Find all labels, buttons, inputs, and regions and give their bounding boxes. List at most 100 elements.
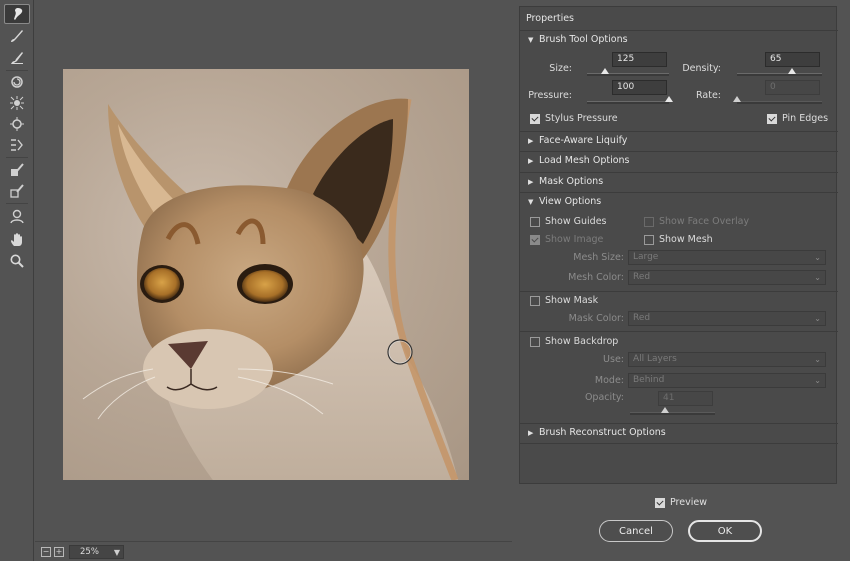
select-value: Red xyxy=(633,313,651,323)
section-load-mesh-options[interactable]: ▶ Load Mesh Options xyxy=(520,151,838,170)
hand-tool[interactable] xyxy=(4,230,30,250)
freeze-mask-tool[interactable] xyxy=(4,160,30,180)
checkbox-box[interactable] xyxy=(644,216,654,227)
checkbox-box[interactable] xyxy=(767,113,777,124)
checkbox-box[interactable] xyxy=(530,336,540,347)
triangle-right-icon: ▶ xyxy=(528,429,534,437)
zoom-icon xyxy=(10,254,24,268)
size-input[interactable]: 125 xyxy=(612,52,667,67)
section-label: Mask Options xyxy=(539,176,604,187)
smooth-icon xyxy=(11,52,23,64)
preview-checkbox[interactable]: Preview xyxy=(655,497,707,508)
properties-area: Properties ▼ Brush Tool Options Size: 12… xyxy=(512,0,850,561)
pressure-slider[interactable] xyxy=(587,96,673,104)
preview-canvas[interactable] xyxy=(35,0,512,541)
zoom-value: 25% xyxy=(80,547,99,557)
section-view-options[interactable]: ▼ View Options xyxy=(520,192,838,211)
zoom-in-button[interactable]: + xyxy=(54,547,64,557)
density-label: Density: xyxy=(682,63,721,74)
opacity-label: Opacity: xyxy=(584,392,624,403)
properties-panel: Properties ▼ Brush Tool Options Size: 12… xyxy=(519,6,838,484)
checkbox-box[interactable] xyxy=(655,497,665,508)
checkbox-label: Preview xyxy=(670,497,707,508)
checkbox-box[interactable] xyxy=(530,295,540,306)
section-mask-options[interactable]: ▶ Mask Options xyxy=(520,172,838,191)
select-value: Large xyxy=(633,252,659,262)
size-slider[interactable] xyxy=(587,68,669,76)
size-slider-thumb[interactable] xyxy=(601,68,610,74)
size-label: Size: xyxy=(549,63,572,74)
checkbox-label: Show Face Overlay xyxy=(659,216,750,227)
checkbox-label: Show Mesh xyxy=(659,234,713,245)
section-brush-tool-options[interactable]: ▼ Brush Tool Options xyxy=(520,31,838,50)
twirl-tool[interactable] xyxy=(4,72,30,92)
mesh-color-select[interactable]: Red ⌄ xyxy=(628,270,826,285)
thaw-mask-tool[interactable] xyxy=(4,181,30,201)
zoom-tool[interactable] xyxy=(4,251,30,271)
show-image-checkbox[interactable]: Show Image xyxy=(530,234,603,245)
rate-slider-thumb[interactable] xyxy=(733,96,741,102)
show-mesh-checkbox[interactable]: Show Mesh xyxy=(644,234,713,245)
bloat-icon xyxy=(10,117,24,131)
select-value: Red xyxy=(633,272,651,282)
checkbox-box[interactable] xyxy=(644,234,654,245)
show-mask-checkbox[interactable]: Show Mask xyxy=(530,295,598,306)
cat-photo xyxy=(63,69,469,480)
pin-edges-checkbox[interactable]: Pin Edges xyxy=(767,113,828,124)
section-label: Brush Tool Options xyxy=(539,34,628,45)
tool-bar xyxy=(0,0,34,561)
mode-select[interactable]: Behind ⌄ xyxy=(628,373,826,388)
checkbox-box[interactable] xyxy=(530,113,540,124)
reconstruct-icon xyxy=(11,30,23,42)
chevron-down-icon: ▼ xyxy=(113,548,120,557)
mask-color-select[interactable]: Red ⌄ xyxy=(628,311,826,326)
cancel-button[interactable]: Cancel xyxy=(599,520,673,542)
select-value: Behind xyxy=(633,375,665,385)
forward-warp-tool[interactable] xyxy=(4,4,30,24)
zoom-out-button[interactable]: − xyxy=(41,547,51,557)
density-input[interactable]: 65 xyxy=(765,52,820,67)
checkbox-label: Show Image xyxy=(545,234,604,245)
panel-title: Properties xyxy=(526,13,575,24)
density-slider[interactable] xyxy=(737,68,822,76)
opacity-input[interactable]: 41 xyxy=(658,391,713,406)
section-face-aware-liquify[interactable]: ▶ Face-Aware Liquify xyxy=(520,131,838,150)
show-face-overlay-checkbox[interactable]: Show Face Overlay xyxy=(644,216,749,227)
ok-button[interactable]: OK xyxy=(688,520,762,542)
triangle-right-icon: ▶ xyxy=(528,137,534,145)
checkbox-label: Show Mask xyxy=(545,295,599,306)
opacity-slider[interactable] xyxy=(630,407,715,415)
density-slider-thumb[interactable] xyxy=(788,68,797,74)
face-tool[interactable] xyxy=(4,206,30,226)
mesh-size-select[interactable]: Large ⌄ xyxy=(628,250,826,265)
checkbox-box[interactable] xyxy=(530,234,540,245)
twirl-icon xyxy=(11,76,23,88)
pressure-input[interactable]: 100 xyxy=(612,80,667,95)
mask-color-label: Mask Color: xyxy=(568,313,624,324)
section-brush-reconstruct-options[interactable]: ▶ Brush Reconstruct Options xyxy=(520,423,838,442)
push-left-tool[interactable] xyxy=(4,135,30,155)
show-backdrop-checkbox[interactable]: Show Backdrop xyxy=(530,336,618,347)
pucker-tool[interactable] xyxy=(4,93,30,113)
section-label: View Options xyxy=(539,196,602,207)
pressure-slider-thumb[interactable] xyxy=(665,96,673,102)
zoom-select[interactable]: 25% ▼ xyxy=(69,545,124,559)
checkbox-box[interactable] xyxy=(530,216,540,227)
rate-input[interactable]: 0 xyxy=(765,80,820,95)
stylus-pressure-checkbox[interactable]: Stylus Pressure xyxy=(530,113,618,124)
chevron-down-icon: ⌄ xyxy=(814,273,821,282)
checkbox-label: Stylus Pressure xyxy=(545,113,618,124)
show-guides-checkbox[interactable]: Show Guides xyxy=(530,216,607,227)
mesh-color-label: Mesh Color: xyxy=(568,272,624,283)
reconstruct-tool[interactable] xyxy=(4,26,30,46)
rate-slider[interactable] xyxy=(733,96,822,104)
bloat-tool[interactable] xyxy=(4,114,30,134)
section-label: Face-Aware Liquify xyxy=(539,135,628,146)
smooth-tool[interactable] xyxy=(4,48,30,68)
opacity-slider-thumb[interactable] xyxy=(660,407,669,413)
hand-icon xyxy=(11,233,22,246)
pressure-label: Pressure: xyxy=(528,90,572,101)
triangle-down-icon: ▼ xyxy=(528,36,534,44)
use-select[interactable]: All Layers ⌄ xyxy=(628,352,826,367)
mode-label: Mode: xyxy=(594,375,624,386)
